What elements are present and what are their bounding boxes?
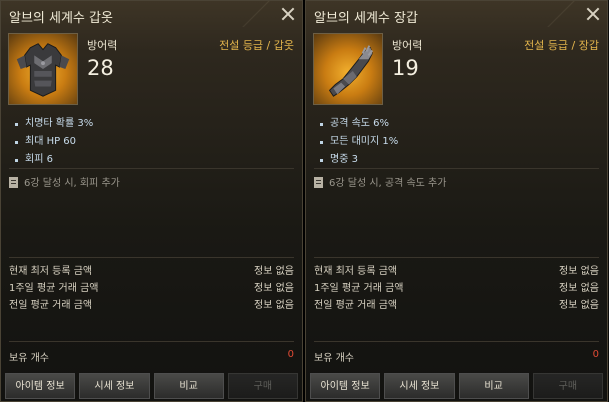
item-title: 알브의 세계수 갑옷: [9, 11, 113, 26]
owned-count: 0: [592, 349, 599, 360]
price-info: 현재 최저 등록 금액 정보 없음 1주일 평균 거래 금액 정보 없음 전일 …: [9, 263, 294, 314]
market-info-button[interactable]: 시세 정보: [79, 373, 150, 399]
grade-label: 전설 등급 / 장갑: [524, 39, 599, 52]
scroll-icon: [9, 177, 18, 188]
price-label: 전일 평균 거래 금액: [314, 300, 398, 311]
item-info-button[interactable]: 아이템 정보: [310, 373, 381, 399]
option-item: 모든 대미지 1%: [316, 133, 398, 151]
price-label: 전일 평균 거래 금액: [9, 300, 93, 311]
chest-armor-icon: [8, 33, 78, 105]
owned-count-row: 보유 개수 0: [314, 349, 599, 364]
price-label: 1주일 평균 거래 금액: [9, 283, 99, 294]
enhance-bonus: 6강 달성 시, 회피 추가: [9, 174, 120, 189]
price-row: 1주일 평균 거래 금액 정보 없음: [9, 280, 294, 297]
price-row: 1주일 평균 거래 금액 정보 없음: [314, 280, 599, 297]
owned-count-row: 보유 개수 0: [9, 349, 294, 364]
option-item: 공격 속도 6%: [316, 115, 398, 133]
item-title: 알브의 세계수 장갑: [314, 11, 418, 26]
close-icon[interactable]: [278, 4, 298, 24]
market-info-button[interactable]: 시세 정보: [384, 373, 455, 399]
defense-value: 28: [87, 56, 114, 80]
defense-label: 방어력: [392, 39, 423, 52]
divider: [314, 168, 599, 169]
price-label: 현재 최저 등록 금액: [314, 266, 398, 277]
price-value: 정보 없음: [559, 283, 599, 294]
action-buttons: 아이템 정보 시세 정보 비교 구매: [5, 373, 298, 399]
option-item: 명중 3: [316, 151, 398, 169]
compare-button[interactable]: 비교: [458, 373, 529, 399]
price-label: 현재 최저 등록 금액: [9, 266, 93, 277]
item-tooltip-panel-armor: 알브의 세계수 갑옷 방어력 28 전설 등급 / 갑옷 치명타 확률 3% 최…: [0, 0, 303, 402]
divider: [314, 341, 599, 342]
grade-label: 전설 등급 / 갑옷: [219, 39, 294, 52]
buy-button[interactable]: 구매: [532, 373, 603, 399]
scroll-icon: [314, 177, 323, 188]
price-value: 정보 없음: [559, 266, 599, 277]
item-tooltip-panel-gloves: 알브의 세계수 장갑 방어력 19 전설 등급 / 장갑 공격 속도 6% 모든…: [305, 0, 608, 402]
price-value: 정보 없음: [254, 300, 294, 311]
price-value: 정보 없음: [254, 266, 294, 277]
divider: [9, 168, 294, 169]
price-row: 현재 최저 등록 금액 정보 없음: [9, 263, 294, 280]
price-label: 1주일 평균 거래 금액: [314, 283, 404, 294]
header-decoration: [236, 1, 276, 27]
price-row: 전일 평균 거래 금액 정보 없음: [314, 297, 599, 314]
option-item: 치명타 확률 3%: [11, 115, 93, 133]
option-item: 회피 6: [11, 151, 93, 169]
item-info-button[interactable]: 아이템 정보: [5, 373, 76, 399]
enhance-bonus: 6강 달성 시, 공격 속도 추가: [314, 174, 446, 189]
defense-value: 19: [392, 56, 419, 80]
option-item: 최대 HP 60: [11, 133, 93, 151]
enhance-bonus-text: 6강 달성 시, 공격 속도 추가: [329, 178, 447, 189]
owned-label: 보유 개수: [314, 353, 354, 364]
defense-label: 방어력: [87, 39, 118, 52]
close-icon[interactable]: [583, 4, 603, 24]
price-value: 정보 없음: [559, 300, 599, 311]
price-row: 전일 평균 거래 금액 정보 없음: [9, 297, 294, 314]
price-value: 정보 없음: [254, 283, 294, 294]
divider: [9, 341, 294, 342]
compare-button[interactable]: 비교: [153, 373, 224, 399]
buy-button[interactable]: 구매: [227, 373, 298, 399]
owned-count: 0: [287, 349, 294, 360]
price-info: 현재 최저 등록 금액 정보 없음 1주일 평균 거래 금액 정보 없음 전일 …: [314, 263, 599, 314]
header-decoration: [541, 1, 581, 27]
enhance-bonus-text: 6강 달성 시, 회피 추가: [24, 178, 120, 189]
action-buttons: 아이템 정보 시세 정보 비교 구매: [310, 373, 603, 399]
option-list: 치명타 확률 3% 최대 HP 60 회피 6: [11, 115, 93, 169]
price-row: 현재 최저 등록 금액 정보 없음: [314, 263, 599, 280]
divider: [9, 257, 294, 258]
gauntlet-icon: [313, 33, 383, 105]
owned-label: 보유 개수: [9, 353, 49, 364]
divider: [314, 257, 599, 258]
option-list: 공격 속도 6% 모든 대미지 1% 명중 3: [316, 115, 398, 169]
